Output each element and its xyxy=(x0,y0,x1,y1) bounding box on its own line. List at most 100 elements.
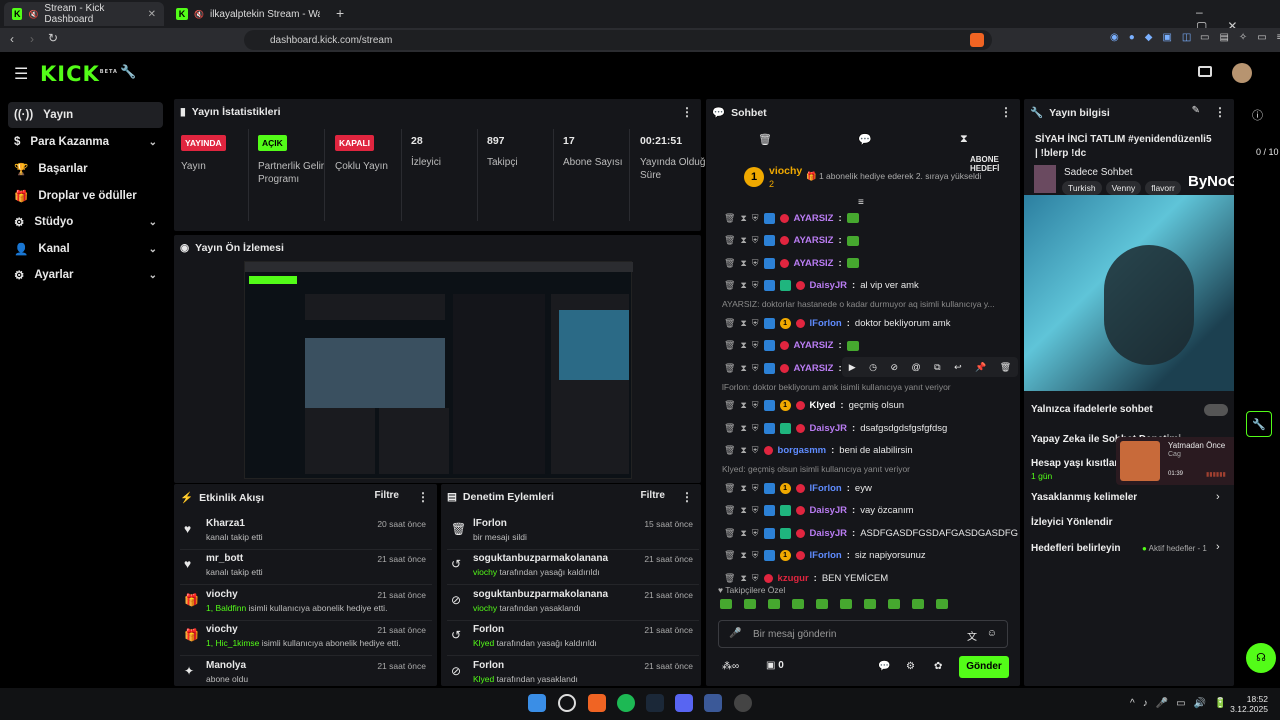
hourglass-icon[interactable]: ⧗ xyxy=(740,528,746,539)
wrench-icon[interactable]: 🔧 xyxy=(1246,411,1272,437)
hourglass-icon[interactable]: ⧗ xyxy=(740,400,746,411)
banned-words-setting[interactable]: Yasaklanmış kelimeler xyxy=(1031,492,1137,503)
chat-input[interactable]: 🎤 Bir mesaj gönderin 文 ☺ xyxy=(718,620,1008,648)
emote-icon[interactable] xyxy=(888,599,900,609)
browser-tab-watch[interactable]: K 🔇 ilkayalptekin Stream - Watch Live xyxy=(168,2,328,26)
clock[interactable]: 18:52 3.12.2025 xyxy=(1218,694,1268,714)
reply-icon[interactable]: ↩ xyxy=(954,362,962,373)
trash-icon[interactable]: 🗑 xyxy=(758,133,772,146)
extension-icons[interactable]: ◉●◆▣◫ xyxy=(1110,32,1201,43)
back-icon[interactable]: ‹ xyxy=(10,32,14,46)
shield-icon[interactable]: ⛨ xyxy=(752,235,759,246)
account-age-setting[interactable]: Hesap yaşı kısıtlam xyxy=(1031,458,1123,469)
gear-icon[interactable]: ⚙ xyxy=(906,661,915,672)
chat-message[interactable]: 🗑 ⧗ ⛨ AYARSIZ: xyxy=(724,337,859,355)
info-icon[interactable]: ⓘ xyxy=(1252,107,1263,123)
spotify-icon[interactable] xyxy=(617,694,635,712)
hourglass-icon[interactable]: ⧗ xyxy=(740,505,746,516)
kick-logo[interactable]: KICKBETA xyxy=(40,62,118,86)
trash-icon[interactable]: 🗑 xyxy=(724,550,735,561)
address-bar[interactable]: dashboard.kick.com/stream xyxy=(244,30,992,50)
forward-icon[interactable]: › xyxy=(30,32,34,46)
app-icon[interactable] xyxy=(704,694,722,712)
copy-icon[interactable]: ⧉ xyxy=(934,362,940,373)
trash-icon[interactable]: 🗑 xyxy=(724,318,735,329)
trash-icon[interactable]: 🗑 xyxy=(1000,362,1011,373)
creator-icon[interactable] xyxy=(1198,66,1212,77)
trash-icon[interactable]: 🗑 xyxy=(724,505,735,516)
chat-username[interactable]: DaisyJR xyxy=(810,280,848,291)
hourglass-icon[interactable]: ⧗ xyxy=(740,445,746,456)
chat-username[interactable]: DaisyJR xyxy=(810,505,848,516)
sidebar-item-yayin[interactable]: ((·)) Yayın xyxy=(8,102,163,128)
chat-message[interactable]: 🗑 ⧗ ⛨ DaisyJR: ASDFGASDFGSDAFGASDGASDFG xyxy=(724,524,1018,542)
stream-preview-video[interactable] xyxy=(244,261,633,479)
hourglass-icon[interactable]: ⧗ xyxy=(740,213,746,224)
hourglass-icon[interactable]: ⧗ xyxy=(740,363,746,374)
trash-icon[interactable]: 🗑 xyxy=(724,280,735,291)
chat-username[interactable]: AYARSIZ xyxy=(794,235,834,246)
expand-icon[interactable]: ≡ xyxy=(858,197,864,208)
emote-icon[interactable] xyxy=(840,599,852,609)
sidebar-item-basarilar[interactable]: 🏆 Başarılar xyxy=(8,156,163,182)
trash-icon[interactable]: 🗑 xyxy=(724,363,735,374)
tag-chip[interactable]: Turkish xyxy=(1062,181,1102,195)
trash-icon[interactable]: 🗑 xyxy=(724,573,735,584)
trash-icon[interactable]: 🗑 xyxy=(724,400,735,411)
hourglass-icon[interactable]: ⧗ xyxy=(740,318,746,329)
trash-icon[interactable]: 🗑 xyxy=(724,235,735,246)
chat-username[interactable]: DaisyJR xyxy=(810,528,848,539)
clock-icon[interactable]: ◷ xyxy=(869,362,877,373)
trash-icon[interactable]: 🗑 xyxy=(724,213,735,224)
chat-message[interactable]: 🗑 ⧗ ⛨ 1 lForlon: eyw xyxy=(724,479,872,497)
more-options-icon[interactable]: ⋮ xyxy=(1000,105,1012,119)
hourglass-icon[interactable]: ⧗ xyxy=(740,550,746,561)
brave-shield-icon[interactable] xyxy=(970,33,984,47)
close-icon[interactable]: ✕ xyxy=(148,9,156,20)
trash-icon[interactable]: 🗑 xyxy=(724,258,735,269)
shield-icon[interactable]: ⛨ xyxy=(752,445,759,456)
emote-icon[interactable] xyxy=(792,599,804,609)
mic-icon[interactable]: 🎤 xyxy=(729,628,741,639)
more-options-icon[interactable]: ⋮ xyxy=(417,490,429,504)
infinity-icon[interactable]: ⁂∞ xyxy=(722,661,739,672)
translate-icon[interactable]: 文 xyxy=(967,628,977,643)
filter-button[interactable]: Filtre xyxy=(375,490,399,501)
steam-icon[interactable] xyxy=(646,694,664,712)
hourglass-icon[interactable]: ⧗ xyxy=(740,483,746,494)
emote-icon[interactable] xyxy=(768,599,780,609)
trash-icon[interactable]: 🗑 xyxy=(724,483,735,494)
chat-message[interactable]: 🗑 ⧗ ⛨ 1 Klyed: geçmiş olsun xyxy=(724,397,904,415)
emote-icon[interactable] xyxy=(912,599,924,609)
chat-message[interactable]: 🗑 ⧗ ⛨ DaisyJR: vay özcanım xyxy=(724,502,914,520)
sidebar-item-studyo[interactable]: ⚙ Stüdyo ⌄ xyxy=(8,209,163,235)
play-icon[interactable]: ▶ xyxy=(849,362,856,373)
reload-icon[interactable]: ↻ xyxy=(48,31,58,45)
chat-username[interactable]: lForlon xyxy=(810,318,842,329)
hamburger-menu-icon[interactable]: ☰ xyxy=(14,64,28,84)
hourglass-icon[interactable]: ⧗ xyxy=(740,235,746,246)
shield-icon[interactable]: ⛨ xyxy=(752,400,759,411)
hourglass-icon[interactable]: ⧗ xyxy=(740,423,746,434)
shield-icon[interactable]: ⛨ xyxy=(752,340,759,351)
emoji-icon[interactable]: ☺ xyxy=(987,628,997,639)
shield-icon[interactable]: ⛨ xyxy=(752,213,759,224)
chat-message[interactable]: 🗑 ⧗ ⛨ AYARSIZ: xyxy=(724,209,859,227)
tag-chip[interactable]: Venny xyxy=(1105,181,1142,195)
windows-start-icon[interactable] xyxy=(528,694,546,712)
sidebar-item-droplar[interactable]: 🎁 Droplar ve ödüller xyxy=(8,183,163,209)
chat-username[interactable]: AYARSIZ xyxy=(794,363,834,374)
chat-bubble-icon[interactable]: 💬 xyxy=(878,661,890,672)
chat-username[interactable]: DaisyJR xyxy=(810,423,848,434)
help-icon[interactable]: ☊ xyxy=(1246,643,1276,673)
goals-setting[interactable]: Hedefleri belirleyin xyxy=(1031,543,1120,554)
emote-icon[interactable] xyxy=(720,599,732,609)
hourglass-icon[interactable]: ⧗ xyxy=(740,573,746,584)
trash-icon[interactable]: 🗑 xyxy=(724,445,735,456)
shield-icon[interactable]: ⛨ xyxy=(752,528,759,539)
chat-bubble-icon[interactable]: 💬 xyxy=(858,133,872,146)
chat-message[interactable]: 🗑 ⧗ ⛨ AYARSIZ: xyxy=(724,254,859,272)
hourglass-icon[interactable]: ⧗ xyxy=(740,340,746,351)
new-tab-icon[interactable]: + xyxy=(336,5,344,21)
more-options-icon[interactable]: ⋮ xyxy=(681,490,693,504)
